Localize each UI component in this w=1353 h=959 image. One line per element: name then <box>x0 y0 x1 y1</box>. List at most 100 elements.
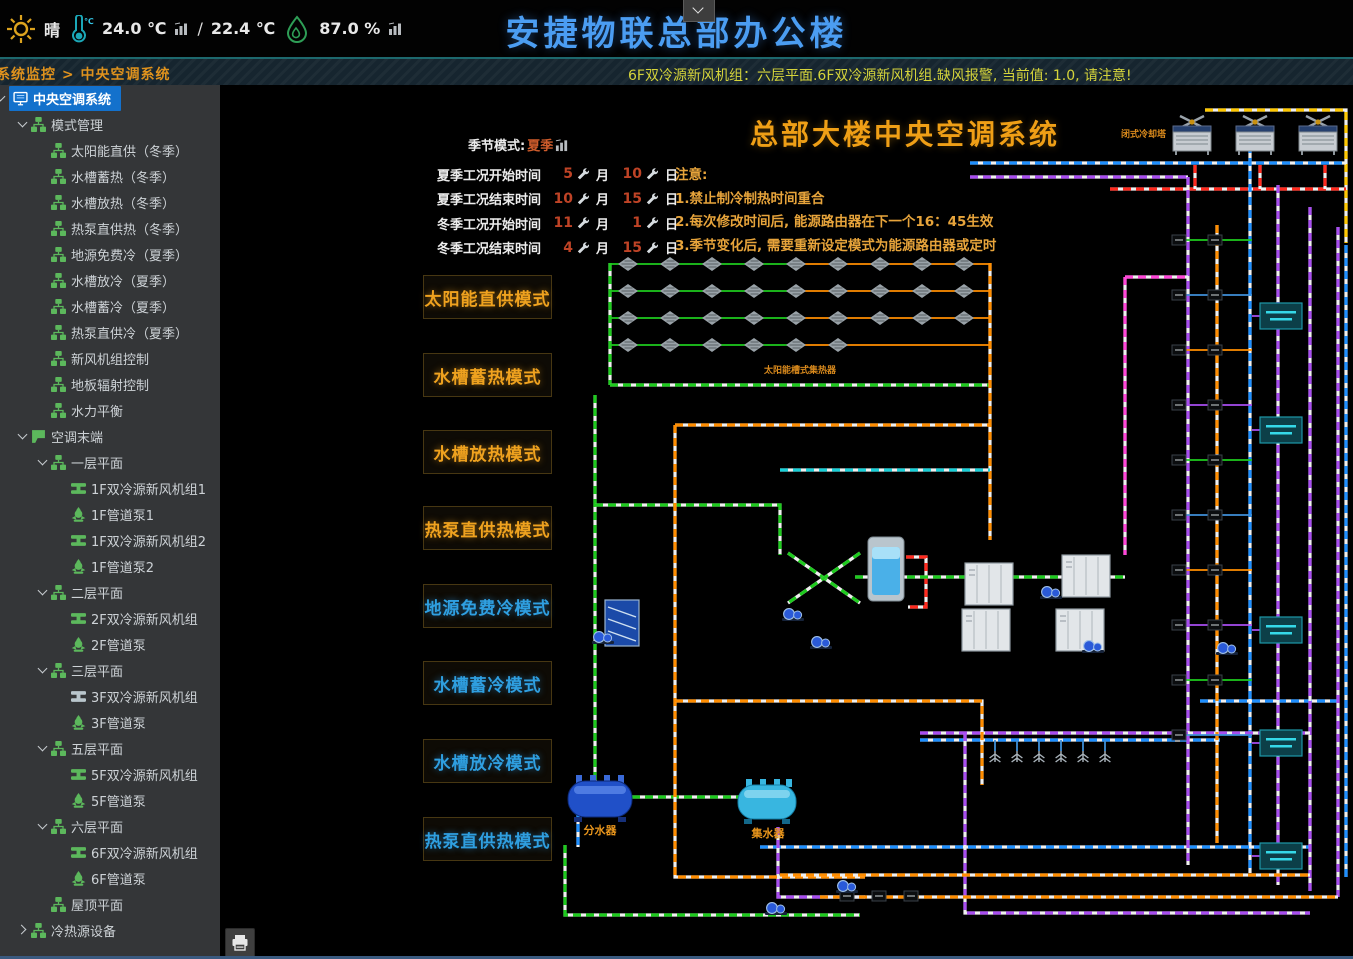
sidebar-item-floor3[interactable]: 三层平面 <box>0 657 220 683</box>
trend-chart-icon[interactable] <box>555 138 569 152</box>
month-value: 11 <box>551 215 573 231</box>
sidebar-item-floor1[interactable]: 一层平面 <box>0 449 220 475</box>
chevron-down-icon[interactable] <box>35 584 51 600</box>
mode-button-ground-free-cool[interactable]: 地源免费冷模式 <box>423 584 552 628</box>
chevron-down-icon[interactable] <box>35 454 51 470</box>
tree-node-icon <box>51 169 66 184</box>
print-button[interactable] <box>225 928 255 958</box>
tree-node-icon <box>51 741 66 756</box>
sidebar-item-2f-pump[interactable]: 2F管道泵 <box>0 631 220 657</box>
sidebar-item-2f-ahu[interactable]: 2F双冷源新风机组 <box>0 605 220 631</box>
wrench-edit-icon[interactable] <box>644 241 661 255</box>
tree-node-icon <box>31 923 46 938</box>
main-canvas: 太阳能槽式集热器 闭式冷却塔 <box>220 85 1353 959</box>
sidebar-item-tank-release-cool[interactable]: 水槽放冷（夏季） <box>0 267 220 293</box>
sidebar-item-tank-store-cool[interactable]: 水槽蓄冷（夏季） <box>0 293 220 319</box>
mode-button-tank-release-cool[interactable]: 水槽放冷模式 <box>423 739 552 783</box>
breadcrumb[interactable]: 系统监控 > 中央空调系统 <box>0 64 170 84</box>
sidebar-item-tank-store-heat[interactable]: 水槽蓄热（冬季） <box>0 163 220 189</box>
pump-icon <box>71 715 86 730</box>
sidebar-item-tank-release-heat[interactable]: 水槽放热（冬季） <box>0 189 220 215</box>
sidebar-item-hp-direct-heat[interactable]: 热泵直供热（冬季） <box>0 215 220 241</box>
mode-button-tank-store-heat[interactable]: 水槽蓄热模式 <box>423 353 552 397</box>
chevron-down-icon[interactable] <box>15 116 31 132</box>
chevron-down-icon[interactable] <box>35 662 51 678</box>
schedule-row: 夏季工况结束时间 10 月 15 日 <box>437 187 685 212</box>
chevron-down-icon[interactable] <box>15 428 31 444</box>
sidebar-item-3f-ahu[interactable]: 3F双冷源新风机组 <box>0 683 220 709</box>
day-value: 15 <box>616 240 642 256</box>
sidebar-item-1f-pump1[interactable]: 1F管道泵1 <box>0 501 220 527</box>
sidebar-item-6f-pump[interactable]: 6F管道泵 <box>0 865 220 891</box>
pump-icon <box>71 871 86 886</box>
season-mode: 季节模式:夏季 <box>468 135 569 154</box>
note-line: 1.禁止制冷制热时间重合 <box>675 188 996 212</box>
pump-icon <box>71 559 86 574</box>
note-line: 3.季节变化后, 需要重新设定模式为能源路由器或定时 <box>675 235 996 259</box>
ahu-icon <box>71 533 86 548</box>
sidebar-item-solar-direct-winter[interactable]: 太阳能直供（冬季） <box>0 137 220 163</box>
chevron-down-icon[interactable] <box>0 90 9 106</box>
wrench-edit-icon[interactable] <box>575 216 592 230</box>
sidebar-item-5f-pump[interactable]: 5F管道泵 <box>0 787 220 813</box>
chevron-down-icon[interactable] <box>35 740 51 756</box>
sidebar-item-1f-pump2[interactable]: 1F管道泵2 <box>0 553 220 579</box>
pump-icon <box>71 793 86 808</box>
sidebar-item-6f-ahu[interactable]: 6F双冷源新风机组 <box>0 839 220 865</box>
tree-node-icon <box>51 221 66 236</box>
pump-icon <box>71 637 86 652</box>
sidebar-item-ahu-control[interactable]: 新风机组控制 <box>0 345 220 371</box>
sidebar-item-heat-cool-source[interactable]: 冷热源设备 <box>0 917 220 943</box>
sidebar-item-central-ac-root[interactable]: 中央空调系统 <box>0 85 220 111</box>
chevron-down-icon[interactable] <box>35 818 51 834</box>
mode-button-solar-direct[interactable]: 太阳能直供模式 <box>423 275 552 319</box>
ground-wells <box>990 751 1111 762</box>
month-value: 4 <box>551 240 573 256</box>
sidebar-item-1f-ahu2[interactable]: 1F双冷源新风机组2 <box>0 527 220 553</box>
sidebar-item-hydraulic-balance[interactable]: 水力平衡 <box>0 397 220 423</box>
app-title: 安捷物联总部办公楼 <box>0 6 1353 55</box>
sidebar-item-floor2[interactable]: 二层平面 <box>0 579 220 605</box>
pump-icon <box>71 507 86 522</box>
sidebar-item-5f-ahu[interactable]: 5F双冷源新风机组 <box>0 761 220 787</box>
tree-node-icon <box>51 819 66 834</box>
sidebar-item-floor6[interactable]: 六层平面 <box>0 813 220 839</box>
sidebar-item-hp-direct-cool[interactable]: 热泵直供冷（夏季） <box>0 319 220 345</box>
mode-button-tank-release-heat[interactable]: 水槽放热模式 <box>423 430 552 474</box>
sidebar-item-ground-free-cool[interactable]: 地源免费冷（夏季） <box>0 241 220 267</box>
wrench-edit-icon[interactable] <box>575 167 592 181</box>
tree-node-icon <box>51 403 66 418</box>
top-bar: 晴 ℃ 24.0 ℃ / 22.4 ℃ 87.0 % 安捷物联总部办公楼 <box>0 0 1353 57</box>
tree-node-icon <box>51 663 66 678</box>
month-value: 10 <box>551 191 573 207</box>
sidebar-item-floor-radiant[interactable]: 地板辐射控制 <box>0 371 220 397</box>
wrench-edit-icon[interactable] <box>575 241 592 255</box>
sidebar-item-1f-ahu1[interactable]: 1F双冷源新风机组1 <box>0 475 220 501</box>
wrench-edit-icon[interactable] <box>644 216 661 230</box>
season-label: 季节模式: <box>468 135 525 154</box>
diagram-pumps <box>592 587 1238 915</box>
cooling-towers: 闭式冷却塔 <box>1121 116 1337 155</box>
mode-button-hp-direct-heat[interactable]: 热泵直供热模式 <box>423 506 552 550</box>
sidebar-item-mode-mgmt[interactable]: 模式管理 <box>0 111 220 137</box>
wrench-edit-icon[interactable] <box>644 192 661 206</box>
wrench-edit-icon[interactable] <box>644 167 661 181</box>
mode-button-tank-store-cool[interactable]: 水槽蓄冷模式 <box>423 661 552 705</box>
tree-node-icon <box>51 299 66 314</box>
heat-pump-cabinets <box>962 555 1110 651</box>
sidebar-item-floor5[interactable]: 五层平面 <box>0 735 220 761</box>
mode-button-hp-direct-heat-2[interactable]: 热泵直供热模式 <box>423 817 552 861</box>
sidebar-item-3f-pump[interactable]: 3F管道泵 <box>0 709 220 735</box>
wrench-edit-icon[interactable] <box>575 192 592 206</box>
schedule-row: 夏季工况开始时间 5 月 10 日 <box>437 162 685 187</box>
alarm-message[interactable]: 6F双冷源新风机组：六层平面.6F双冷源新风机组.缺风报警, 当前值: 1.0,… <box>628 65 1132 85</box>
tree-node-icon <box>31 117 46 132</box>
collapse-header-button chevron-down-icon[interactable] <box>683 0 715 22</box>
tree-node-icon <box>51 325 66 340</box>
tree-node-icon <box>51 455 66 470</box>
sidebar-item-ac-terminals[interactable]: 空调末端 <box>0 423 220 449</box>
note-line: 2.每次修改时间后, 能源路由器在下一个16：45生效 <box>675 211 996 235</box>
chevron-right-icon[interactable] <box>15 922 31 938</box>
sidebar-item-roof[interactable]: 屋顶平面 <box>0 891 220 917</box>
day-value: 1 <box>616 215 642 231</box>
